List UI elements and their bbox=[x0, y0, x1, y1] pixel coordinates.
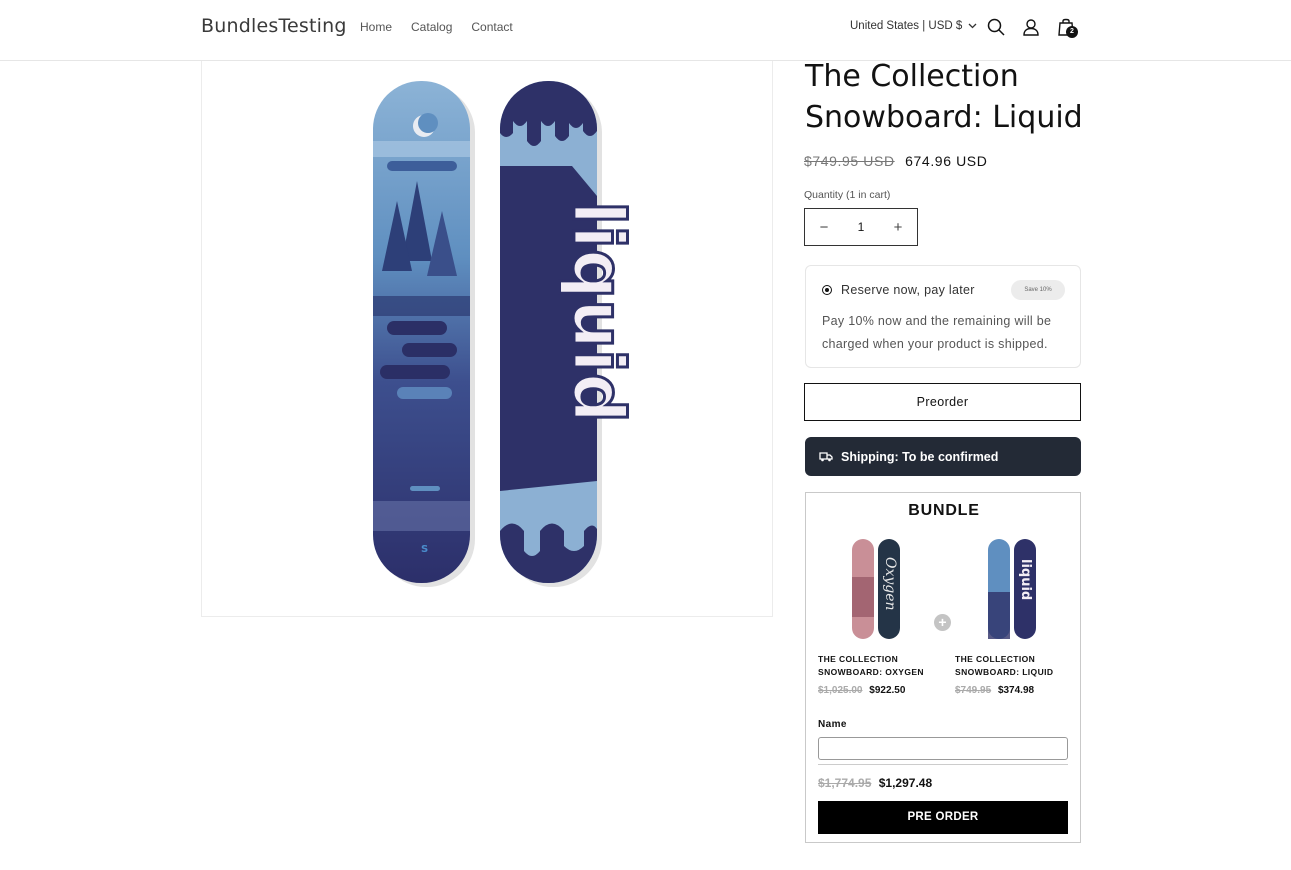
bundle-name-label: Name bbox=[818, 719, 847, 730]
preorder-button[interactable]: Preorder bbox=[804, 383, 1081, 421]
bundle-total: $1,774.95 $1,297.48 bbox=[818, 776, 932, 790]
bundle-product-compare-price: $749.95 bbox=[955, 685, 992, 696]
site-header: BundlesTesting Home Catalog Contact Unit… bbox=[0, 0, 1291, 61]
compare-at-price: $749.95 USD bbox=[804, 153, 895, 169]
bundle-title: BUNDLE bbox=[908, 502, 980, 519]
bundle-divider bbox=[818, 764, 1068, 765]
chevron-down-icon bbox=[968, 23, 977, 29]
shipping-banner: Shipping: To be confirmed bbox=[805, 437, 1081, 476]
site-logo[interactable]: BundlesTesting bbox=[201, 15, 347, 37]
bundle-product-name[interactable]: THE COLLECTION SNOWBOARD: LIQUID bbox=[955, 653, 1075, 679]
nav-contact[interactable]: Contact bbox=[471, 20, 512, 34]
nav-catalog[interactable]: Catalog bbox=[411, 20, 452, 34]
bundle-name-input[interactable] bbox=[818, 737, 1068, 760]
save-badge: Save 10% bbox=[1011, 280, 1065, 300]
product-title: The Collection Snowboard: Liquid bbox=[805, 59, 1083, 135]
product-media[interactable]: S liquid bbox=[201, 61, 773, 617]
bundle-product-compare-price: $1,025.00 bbox=[818, 685, 863, 696]
liquid-snowboard-thumbnail[interactable]: liquid bbox=[982, 537, 1046, 641]
bundle-product-sale-price: $374.98 bbox=[997, 685, 1035, 696]
reserve-description: Pay 10% now and the remaining will be ch… bbox=[822, 314, 1052, 351]
quantity-label: Quantity (1 in cart) bbox=[804, 189, 891, 201]
shipping-label: Shipping: To be confirmed bbox=[841, 449, 999, 464]
truck-icon bbox=[819, 452, 833, 462]
board-logo-text: S bbox=[421, 544, 428, 555]
board-liquid-text: liquid bbox=[557, 201, 639, 423]
snowboard-image: S liquid bbox=[373, 81, 641, 587]
search-icon[interactable] bbox=[986, 17, 1006, 37]
oxygen-snowboard-thumbnail[interactable]: Oxygen bbox=[846, 537, 910, 641]
bundle-total-price: $1,297.48 bbox=[878, 776, 933, 790]
bundle-total-compare: $1,774.95 bbox=[818, 776, 872, 790]
quantity-stepper: − 1 + bbox=[804, 208, 918, 246]
cart-count-badge: 2 bbox=[1066, 26, 1078, 38]
plus-icon: + bbox=[934, 614, 951, 631]
account-icon[interactable] bbox=[1021, 17, 1041, 37]
reserve-option-card[interactable]: Reserve now, pay later Save 10% Pay 10% … bbox=[805, 265, 1081, 368]
liquid-board-text: liquid bbox=[1018, 559, 1033, 600]
bundle-preorder-button[interactable]: PRE ORDER bbox=[818, 801, 1068, 834]
quantity-increase-button[interactable]: + bbox=[891, 219, 905, 236]
bundle-product-price: $749.95 $374.98 bbox=[955, 685, 1034, 696]
reserve-radio[interactable] bbox=[822, 285, 832, 295]
reserve-label: Reserve now, pay later bbox=[841, 283, 975, 297]
nav-home[interactable]: Home bbox=[360, 20, 392, 34]
bundle-product-sale-price: $922.50 bbox=[869, 685, 906, 696]
quantity-input[interactable]: 1 bbox=[858, 220, 865, 234]
bundle-product-price: $1,025.00 $922.50 bbox=[818, 685, 905, 696]
country-selector-label: United States | USD $ bbox=[850, 20, 963, 32]
oxygen-board-text: Oxygen bbox=[882, 557, 898, 611]
bundle-widget: BUNDLE Oxygen + liquid THE COLLECTION SN… bbox=[805, 492, 1081, 843]
sale-price: 674.96 USD bbox=[905, 153, 988, 169]
quantity-decrease-button[interactable]: − bbox=[817, 219, 831, 236]
bundle-product-name[interactable]: THE COLLECTION SNOWBOARD: OXYGEN bbox=[818, 653, 938, 679]
main-nav: Home Catalog Contact bbox=[360, 20, 513, 34]
price-row: $749.95 USD 674.96 USD bbox=[804, 153, 987, 169]
country-selector[interactable]: United States | USD $ bbox=[850, 20, 977, 32]
